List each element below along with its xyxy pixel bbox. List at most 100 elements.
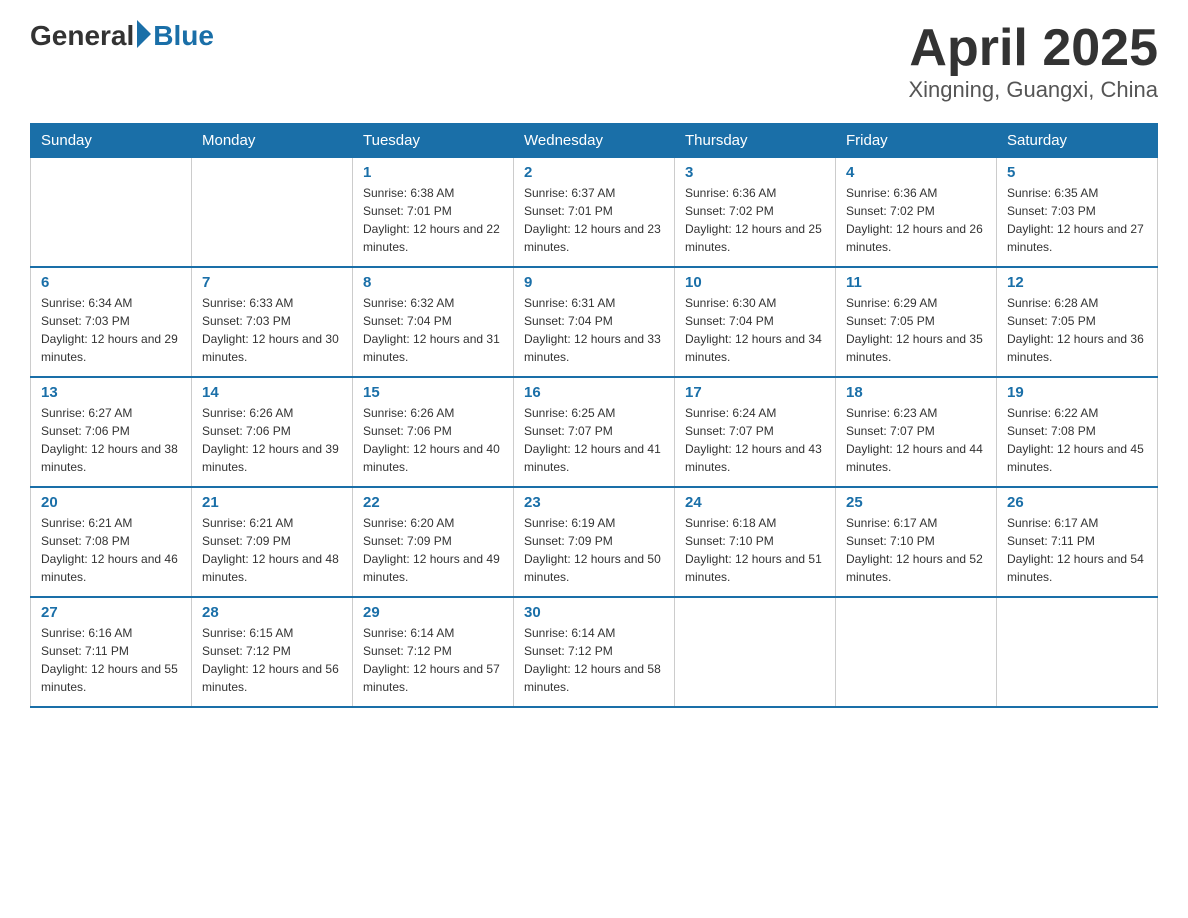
page-subtitle: Xingning, Guangxi, China [909, 77, 1159, 103]
weekday-header-monday: Monday [192, 124, 353, 158]
calendar-week-3: 13 Sunrise: 6:27 AMSunset: 7:06 PMDayligh… [31, 377, 1158, 487]
day-info: Sunrise: 6:34 AMSunset: 7:03 PMDaylight:… [41, 294, 181, 366]
day-info: Sunrise: 6:20 AMSunset: 7:09 PMDaylight:… [363, 514, 503, 586]
day-number: 2 [524, 164, 664, 181]
calendar-cell: 10 Sunrise: 6:30 AMSunset: 7:04 PMDayligh… [675, 267, 836, 377]
weekday-header-wednesday: Wednesday [514, 124, 675, 158]
day-number: 30 [524, 604, 664, 621]
day-number: 28 [202, 604, 342, 621]
calendar-header: SundayMondayTuesdayWednesdayThursdayFrid… [31, 124, 1158, 158]
day-info: Sunrise: 6:38 AMSunset: 7:01 PMDaylight:… [363, 184, 503, 256]
day-number: 14 [202, 384, 342, 401]
calendar-cell: 21Sunrise: 6:21 AMSunset: 7:09 PMDayligh… [192, 487, 353, 597]
calendar-cell: 2Sunrise: 6:37 AMSunset: 7:01 PMDaylight… [514, 158, 675, 268]
day-number: 10 [685, 274, 825, 291]
calendar-cell: 11 Sunrise: 6:29 AMSunset: 7:05 PMDayligh… [836, 267, 997, 377]
calendar-cell: 6Sunrise: 6:34 AMSunset: 7:03 PMDaylight… [31, 267, 192, 377]
calendar-cell: 4Sunrise: 6:36 AMSunset: 7:02 PMDaylight… [836, 158, 997, 268]
day-number: 18 [846, 384, 986, 401]
weekday-header-saturday: Saturday [997, 124, 1158, 158]
calendar-cell: 23 Sunrise: 6:19 AMSunset: 7:09 PMDayligh… [514, 487, 675, 597]
calendar-cell: 17 Sunrise: 6:24 AMSunset: 7:07 PMDayligh… [675, 377, 836, 487]
day-info: Sunrise: 6:24 AMSunset: 7:07 PMDaylight:… [685, 404, 825, 476]
calendar-cell [836, 597, 997, 707]
calendar-cell: 12Sunrise: 6:28 AMSunset: 7:05 PMDayligh… [997, 267, 1158, 377]
calendar-week-2: 6Sunrise: 6:34 AMSunset: 7:03 PMDaylight… [31, 267, 1158, 377]
day-info: Sunrise: 6:22 AMSunset: 7:08 PMDaylight:… [1007, 404, 1147, 476]
day-number: 7 [202, 274, 342, 291]
calendar-cell: 28Sunrise: 6:15 AMSunset: 7:12 PMDayligh… [192, 597, 353, 707]
day-info: Sunrise: 6:14 AMSunset: 7:12 PMDaylight:… [363, 624, 503, 696]
day-number: 3 [685, 164, 825, 181]
day-info: Sunrise: 6:27 AMSunset: 7:06 PMDaylight:… [41, 404, 181, 476]
day-info: Sunrise: 6:28 AMSunset: 7:05 PMDaylight:… [1007, 294, 1147, 366]
day-number: 24 [685, 494, 825, 511]
calendar-cell: 24 Sunrise: 6:18 AMSunset: 7:10 PMDayligh… [675, 487, 836, 597]
calendar-cell [997, 597, 1158, 707]
calendar-cell: 25 Sunrise: 6:17 AMSunset: 7:10 PMDayligh… [836, 487, 997, 597]
day-number: 11 [846, 274, 986, 291]
day-number: 9 [524, 274, 664, 291]
calendar-cell: 14 Sunrise: 6:26 AMSunset: 7:06 PMDayligh… [192, 377, 353, 487]
day-number: 29 [363, 604, 503, 621]
day-number: 5 [1007, 164, 1147, 181]
weekday-header-thursday: Thursday [675, 124, 836, 158]
day-info: Sunrise: 6:26 AMSunset: 7:06 PMDaylight:… [202, 404, 342, 476]
day-info: Sunrise: 6:31 AMSunset: 7:04 PMDaylight:… [524, 294, 664, 366]
day-info: Sunrise: 6:35 AMSunset: 7:03 PMDaylight:… [1007, 184, 1147, 256]
calendar-week-5: 27Sunrise: 6:16 AMSunset: 7:11 PMDayligh… [31, 597, 1158, 707]
weekday-header-friday: Friday [836, 124, 997, 158]
logo-general-text: General [30, 20, 134, 52]
day-info: Sunrise: 6:17 AMSunset: 7:10 PMDaylight:… [846, 514, 986, 586]
weekday-header-row: SundayMondayTuesdayWednesdayThursdayFrid… [31, 124, 1158, 158]
logo: General Blue [30, 20, 214, 52]
day-number: 4 [846, 164, 986, 181]
day-info: Sunrise: 6:17 AMSunset: 7:11 PMDaylight:… [1007, 514, 1147, 586]
calendar-cell: 18 Sunrise: 6:23 AMSunset: 7:07 PMDayligh… [836, 377, 997, 487]
page-title: April 2025 [909, 20, 1159, 77]
day-number: 19 [1007, 384, 1147, 401]
day-info: Sunrise: 6:23 AMSunset: 7:07 PMDaylight:… [846, 404, 986, 476]
day-info: Sunrise: 6:30 AMSunset: 7:04 PMDaylight:… [685, 294, 825, 366]
day-number: 15 [363, 384, 503, 401]
day-number: 20 [41, 494, 181, 511]
day-info: Sunrise: 6:21 AMSunset: 7:08 PMDaylight:… [41, 514, 181, 586]
calendar-week-4: 20 Sunrise: 6:21 AMSunset: 7:08 PMDayligh… [31, 487, 1158, 597]
day-number: 23 [524, 494, 664, 511]
day-info: Sunrise: 6:19 AMSunset: 7:09 PMDaylight:… [524, 514, 664, 586]
day-number: 16 [524, 384, 664, 401]
day-info: Sunrise: 6:16 AMSunset: 7:11 PMDaylight:… [41, 624, 181, 696]
day-info: Sunrise: 6:14 AMSunset: 7:12 PMDaylight:… [524, 624, 664, 696]
weekday-header-tuesday: Tuesday [353, 124, 514, 158]
calendar-cell: 9 Sunrise: 6:31 AMSunset: 7:04 PMDaylight… [514, 267, 675, 377]
calendar-cell: 29 Sunrise: 6:14 AMSunset: 7:12 PMDayligh… [353, 597, 514, 707]
calendar-cell: 16 Sunrise: 6:25 AMSunset: 7:07 PMDayligh… [514, 377, 675, 487]
calendar-cell: 26 Sunrise: 6:17 AMSunset: 7:11 PMDayligh… [997, 487, 1158, 597]
day-info: Sunrise: 6:25 AMSunset: 7:07 PMDaylight:… [524, 404, 664, 476]
calendar-cell: 15 Sunrise: 6:26 AMSunset: 7:06 PMDayligh… [353, 377, 514, 487]
day-number: 25 [846, 494, 986, 511]
calendar-cell: 3Sunrise: 6:36 AMSunset: 7:02 PMDaylight… [675, 158, 836, 268]
calendar-cell: 27Sunrise: 6:16 AMSunset: 7:11 PMDayligh… [31, 597, 192, 707]
day-number: 26 [1007, 494, 1147, 511]
calendar-cell: 30 Sunrise: 6:14 AMSunset: 7:12 PMDayligh… [514, 597, 675, 707]
day-number: 13 [41, 384, 181, 401]
page-header: General Blue April 2025 Xingning, Guangx… [30, 20, 1158, 103]
logo-triangle-icon [137, 20, 151, 48]
day-number: 17 [685, 384, 825, 401]
calendar-cell [675, 597, 836, 707]
calendar-cell: 19 Sunrise: 6:22 AMSunset: 7:08 PMDayligh… [997, 377, 1158, 487]
title-block: April 2025 Xingning, Guangxi, China [909, 20, 1159, 103]
calendar-cell: 5 Sunrise: 6:35 AMSunset: 7:03 PMDaylight… [997, 158, 1158, 268]
calendar-cell: 7Sunrise: 6:33 AMSunset: 7:03 PMDaylight… [192, 267, 353, 377]
day-info: Sunrise: 6:29 AMSunset: 7:05 PMDaylight:… [846, 294, 986, 366]
day-info: Sunrise: 6:18 AMSunset: 7:10 PMDaylight:… [685, 514, 825, 586]
day-number: 21 [202, 494, 342, 511]
day-info: Sunrise: 6:26 AMSunset: 7:06 PMDaylight:… [363, 404, 503, 476]
calendar-cell: 20 Sunrise: 6:21 AMSunset: 7:08 PMDayligh… [31, 487, 192, 597]
day-number: 8 [363, 274, 503, 291]
calendar-cell [192, 158, 353, 268]
calendar-cell [31, 158, 192, 268]
calendar-cell: 1Sunrise: 6:38 AMSunset: 7:01 PMDaylight… [353, 158, 514, 268]
calendar-cell: 13 Sunrise: 6:27 AMSunset: 7:06 PMDayligh… [31, 377, 192, 487]
